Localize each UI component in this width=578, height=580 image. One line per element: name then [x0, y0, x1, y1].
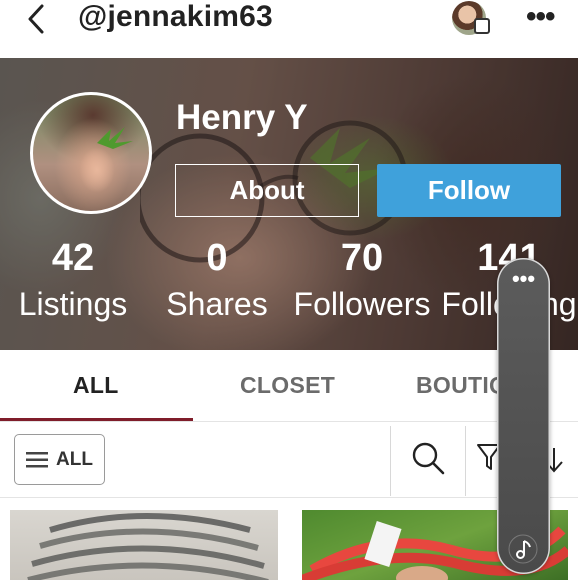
- active-tab-indicator: [0, 418, 193, 421]
- listing-photo: [27, 513, 269, 580]
- about-button[interactable]: About: [175, 164, 359, 217]
- stat-value: 0: [206, 237, 228, 279]
- category-filter-button[interactable]: ALL: [14, 434, 105, 485]
- stat-shares[interactable]: 0 Shares: [158, 236, 276, 324]
- tab-closet[interactable]: CLOSET: [240, 372, 335, 399]
- category-filter-label: ALL: [56, 448, 93, 470]
- profile-cover-banner: Henry Y About Follow 42 Listings 0 Share…: [0, 58, 578, 350]
- stat-listings[interactable]: 42 Listings: [14, 236, 132, 324]
- listing-thumbnail[interactable]: [10, 510, 278, 580]
- profile-picture[interactable]: [30, 92, 152, 214]
- filter-bar: ALL: [0, 422, 578, 498]
- hamburger-menu-icon: [26, 451, 49, 467]
- follow-button[interactable]: Follow: [377, 164, 561, 217]
- top-nav-bar: @jennakim63 •••: [0, 0, 578, 58]
- music-note-icon[interactable]: [508, 534, 538, 564]
- filter-divider: [390, 426, 391, 496]
- profile-handle: @jennakim63: [78, 0, 273, 33]
- shopping-bag-icon[interactable]: [474, 18, 490, 34]
- closet-tabs: ALL CLOSET BOUTIQUE: [0, 350, 578, 422]
- more-options-icon[interactable]: •••: [526, 2, 555, 32]
- stat-label: Listings: [18, 286, 128, 322]
- stat-value: 42: [51, 237, 95, 279]
- stat-label: Shares: [166, 286, 268, 322]
- tab-all[interactable]: ALL: [73, 372, 119, 399]
- profile-name: Henry Y: [176, 98, 308, 137]
- back-arrow-icon[interactable]: [22, 2, 52, 36]
- profile-picture-leaf-decoration: [97, 127, 133, 149]
- overlay-more-icon[interactable]: •••: [497, 268, 550, 290]
- floating-overlay-bar[interactable]: •••: [497, 258, 550, 574]
- search-icon[interactable]: [410, 440, 446, 476]
- stat-label: Followers: [293, 286, 431, 322]
- stat-value: 70: [340, 237, 384, 279]
- stat-followers[interactable]: 70 Followers: [292, 236, 432, 324]
- filter-divider: [465, 426, 466, 496]
